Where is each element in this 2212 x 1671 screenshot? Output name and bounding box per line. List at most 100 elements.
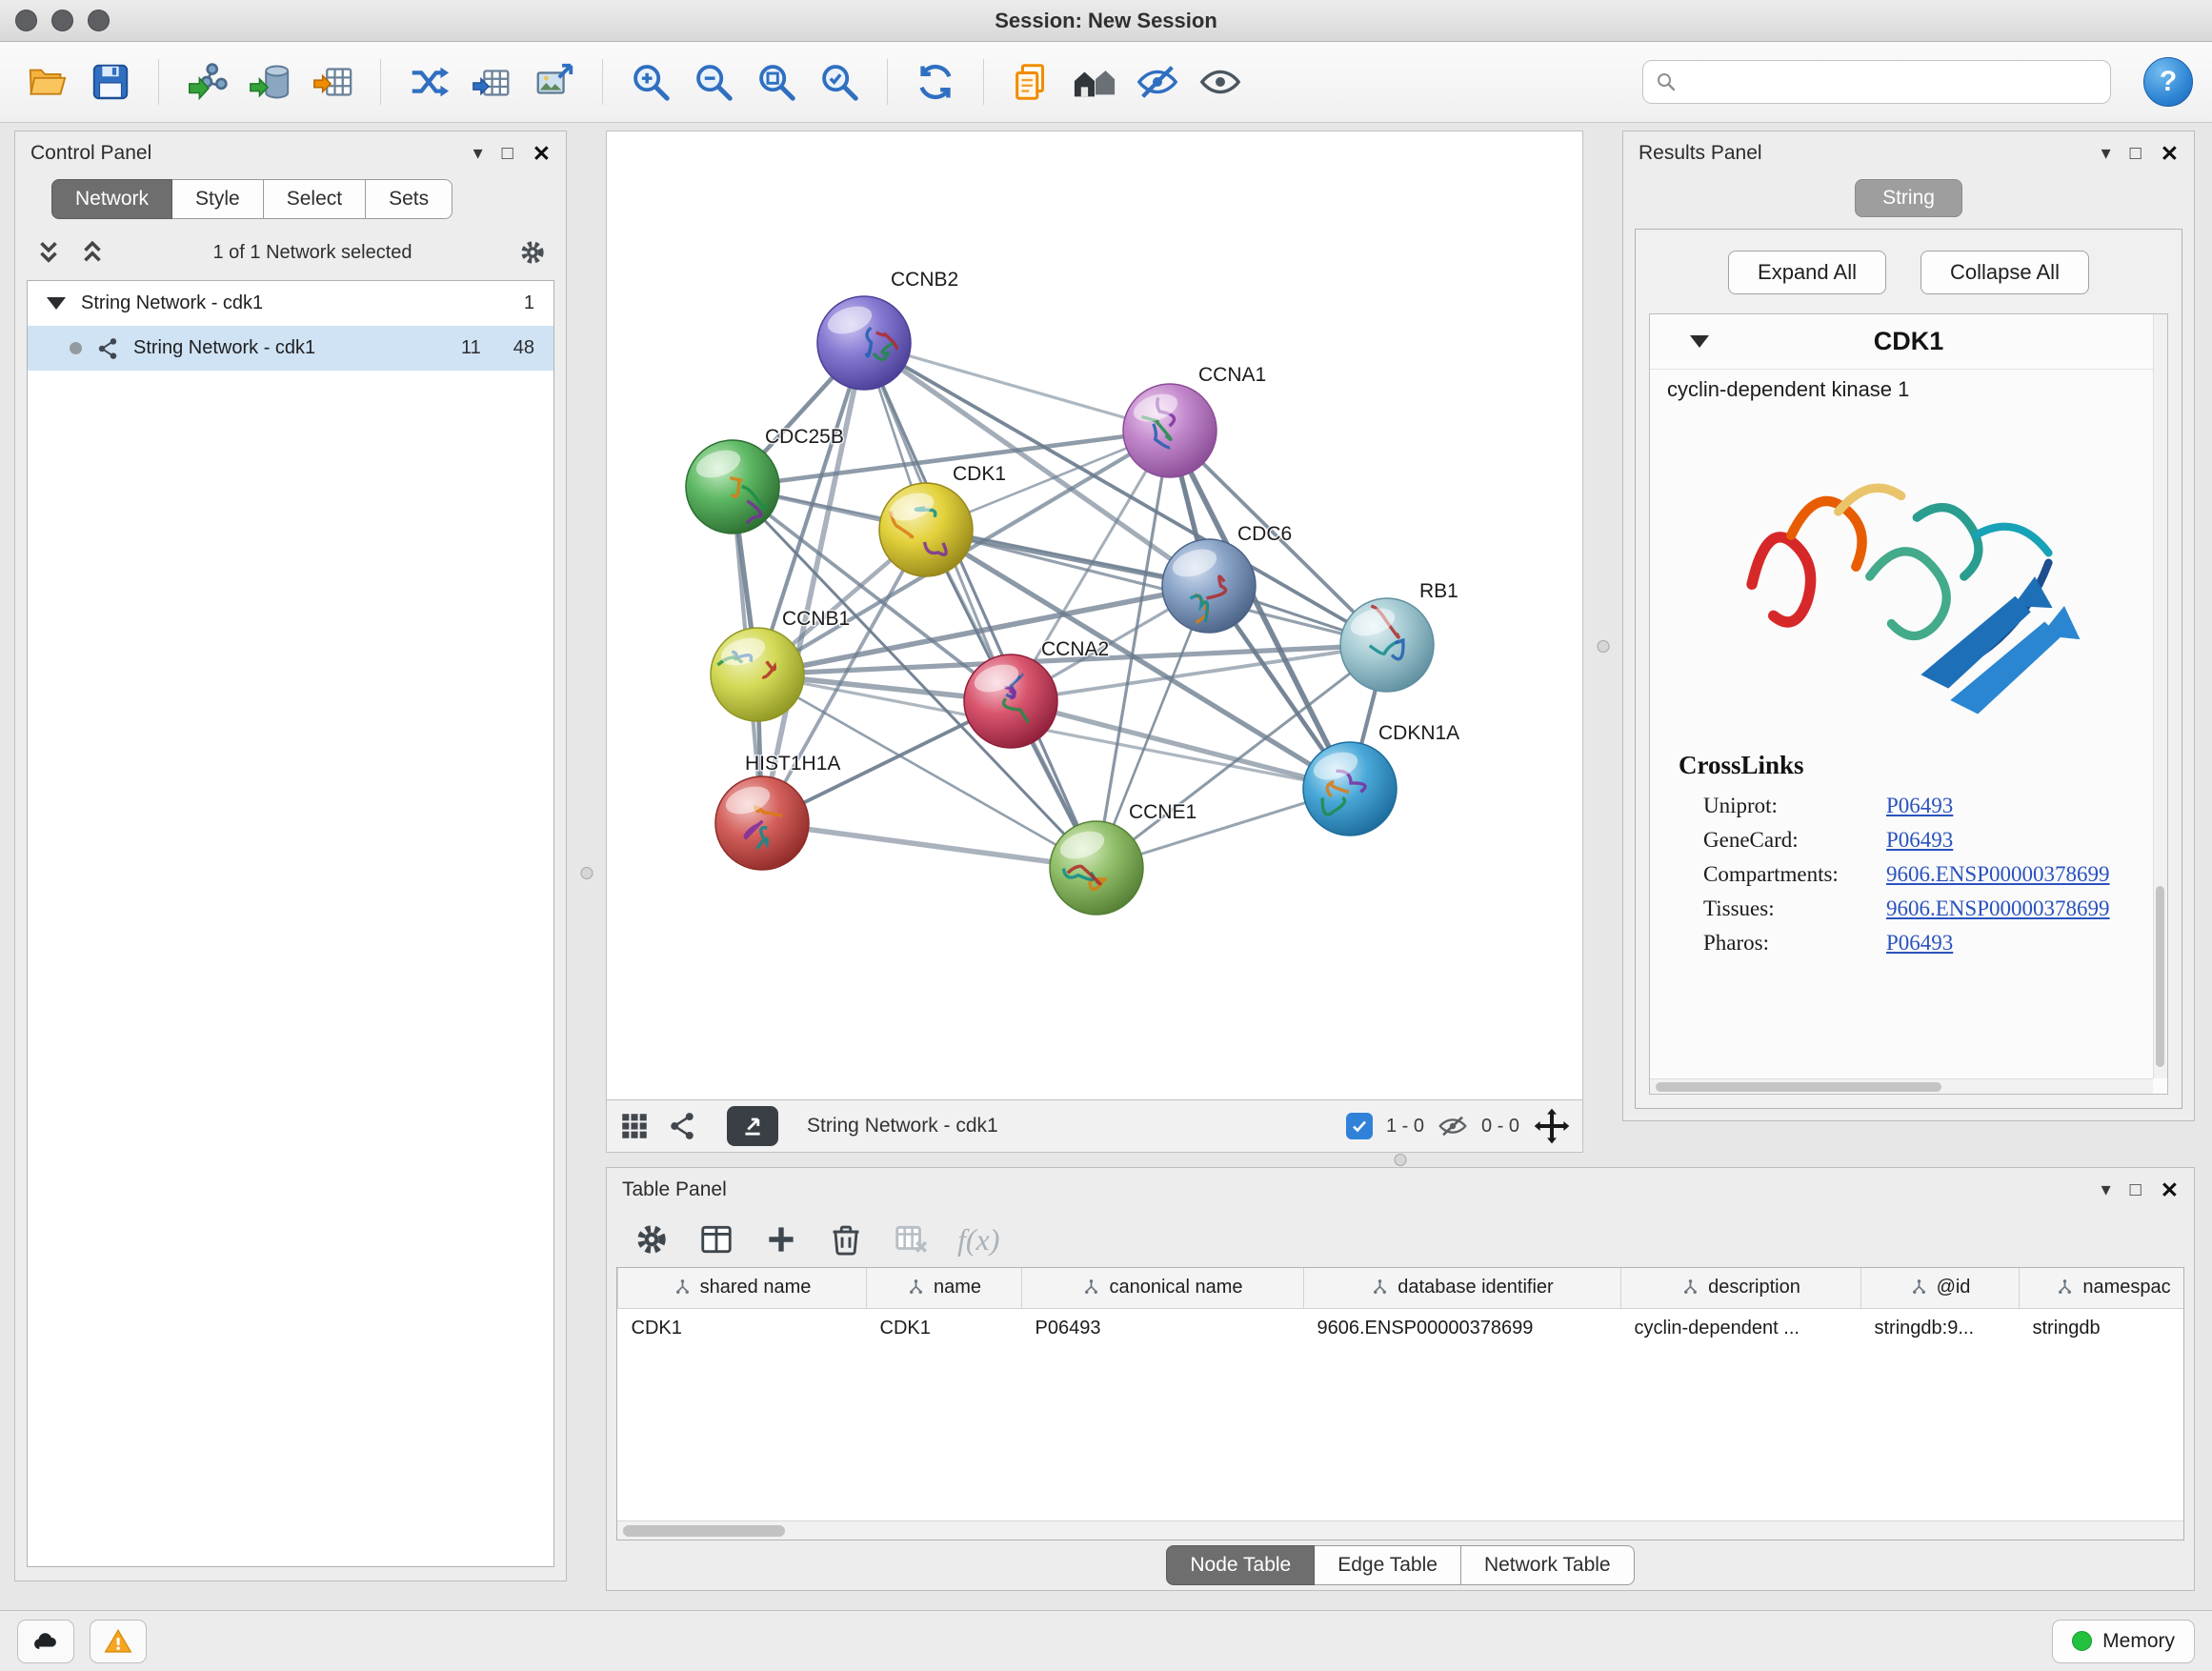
expand-all-icon[interactable]: [78, 238, 107, 267]
column-header[interactable]: @id: [1861, 1268, 2020, 1308]
cell-id[interactable]: stringdb:9...: [1861, 1308, 2020, 1348]
tab-select[interactable]: Select: [264, 179, 366, 219]
crosslink-tissues[interactable]: 9606.ENSP00000378699: [1886, 896, 2110, 921]
network-edge[interactable]: [864, 343, 1096, 868]
add-column-icon[interactable]: [763, 1221, 799, 1258]
column-header[interactable]: database identifier: [1304, 1268, 1621, 1308]
zoom-in-button[interactable]: [622, 53, 679, 111]
expand-triangle-icon[interactable]: [47, 297, 66, 310]
panel-menu-icon[interactable]: ▾: [2101, 144, 2111, 163]
network-edge[interactable]: [864, 343, 1170, 431]
zoom-selected-button[interactable]: [811, 53, 868, 111]
panel-float-icon[interactable]: □: [502, 144, 513, 163]
panel-close-icon[interactable]: ✕: [533, 143, 551, 165]
cell-shared-name[interactable]: CDK1: [618, 1308, 867, 1348]
apply-layout-button[interactable]: [907, 53, 964, 111]
help-button[interactable]: ?: [2143, 57, 2193, 107]
tab-node-table[interactable]: Node Table: [1166, 1545, 1315, 1585]
network-node-ccna1[interactable]: [1123, 384, 1217, 477]
column-header[interactable]: description: [1621, 1268, 1861, 1308]
network-node-ccne1[interactable]: [1050, 821, 1143, 915]
panel-float-icon[interactable]: □: [2130, 1180, 2142, 1199]
network-overview-button[interactable]: [666, 1110, 698, 1142]
splitter-handle[interactable]: [580, 867, 593, 879]
export-image-button[interactable]: [526, 53, 583, 111]
cell-namespace[interactable]: stringdb: [2020, 1308, 2185, 1348]
crosslink-pharos[interactable]: P06493: [1886, 931, 1953, 956]
scrollbar-thumb[interactable]: [1656, 1082, 1941, 1092]
new-network-button[interactable]: [400, 53, 457, 111]
tab-style[interactable]: Style: [172, 179, 264, 219]
gear-icon[interactable]: [518, 238, 547, 267]
selected-nodes-checkbox[interactable]: [1346, 1113, 1373, 1139]
tab-string[interactable]: String: [1855, 179, 1962, 217]
network-canvas[interactable]: CCNB2CCNA1CDC25BCDK1CDC6RB1CCNB1CCNA2CDK…: [606, 131, 1583, 1100]
delete-column-trash-icon[interactable]: [828, 1221, 864, 1258]
splitter-handle[interactable]: [1395, 1154, 1407, 1166]
scrollbar-thumb[interactable]: [2156, 886, 2164, 1067]
horizontal-scrollbar[interactable]: [1650, 1078, 2153, 1094]
zoom-fit-button[interactable]: [748, 53, 805, 111]
memory-button[interactable]: Memory: [2052, 1620, 2195, 1663]
first-neighbors-button[interactable]: [1066, 53, 1123, 111]
table-splitter[interactable]: [606, 1153, 2195, 1167]
tab-edge-table[interactable]: Edge Table: [1315, 1545, 1461, 1585]
fit-content-button[interactable]: [1533, 1107, 1571, 1145]
splitter-handle[interactable]: [1597, 640, 1609, 653]
crosslink-compartments[interactable]: 9606.ENSP00000378699: [1886, 862, 2110, 887]
close-window-button[interactable]: [15, 10, 37, 31]
panel-close-icon[interactable]: ✕: [2161, 1179, 2179, 1201]
crosslink-uniprot[interactable]: P06493: [1886, 794, 1953, 818]
vertical-scrollbar[interactable]: [2153, 314, 2167, 1078]
tab-network[interactable]: Network: [51, 179, 172, 219]
left-splitter[interactable]: [567, 131, 606, 1610]
network-edge[interactable]: [762, 343, 864, 823]
show-all-button[interactable]: [1192, 53, 1249, 111]
right-splitter[interactable]: [1583, 131, 1622, 1153]
open-session-button[interactable]: [19, 53, 76, 111]
cell-name[interactable]: CDK1: [867, 1308, 1022, 1348]
maximize-window-button[interactable]: [88, 10, 110, 31]
network-node-ccnb2[interactable]: [817, 296, 911, 390]
network-node-cdk1[interactable]: [879, 483, 973, 576]
network-row-selected[interactable]: String Network - cdk1 11 48: [28, 326, 553, 371]
import-network-from-database-button[interactable]: [241, 53, 298, 111]
table-settings-gear-icon[interactable]: [633, 1221, 670, 1258]
column-header[interactable]: namespac: [2020, 1268, 2185, 1308]
network-node-ccnb1[interactable]: [711, 628, 804, 721]
network-node-ccna2[interactable]: [964, 654, 1057, 748]
warnings-button[interactable]: [90, 1620, 147, 1663]
search-input[interactable]: [1687, 70, 2099, 93]
network-node-cdc6[interactable]: [1162, 539, 1256, 633]
table-horizontal-scrollbar[interactable]: [617, 1520, 2183, 1540]
cloud-services-button[interactable]: [17, 1620, 74, 1663]
save-session-button[interactable]: [82, 53, 139, 111]
panel-menu-icon[interactable]: ▾: [2101, 1180, 2111, 1199]
cell-canonical-name[interactable]: P06493: [1022, 1308, 1304, 1348]
collapse-all-icon[interactable]: [34, 238, 63, 267]
show-columns-icon[interactable]: [698, 1221, 734, 1258]
new-network-from-table-button[interactable]: [463, 53, 520, 111]
tab-network-table[interactable]: Network Table: [1461, 1545, 1635, 1585]
cell-description[interactable]: cyclin-dependent ...: [1621, 1308, 1861, 1348]
network-node-hist1h1a[interactable]: [715, 776, 809, 870]
expand-all-button[interactable]: Expand All: [1728, 251, 1886, 294]
panel-menu-icon[interactable]: ▾: [473, 144, 483, 163]
network-node-cdc25b[interactable]: [686, 440, 779, 534]
zoom-out-button[interactable]: [685, 53, 742, 111]
network-edge[interactable]: [762, 823, 1096, 868]
scrollbar-thumb[interactable]: [623, 1525, 785, 1537]
detach-view-button[interactable]: [727, 1106, 778, 1146]
column-header[interactable]: shared name: [618, 1268, 867, 1308]
cell-database-identifier[interactable]: 9606.ENSP00000378699: [1304, 1308, 1621, 1348]
hide-selected-button[interactable]: [1129, 53, 1186, 111]
tab-sets[interactable]: Sets: [366, 179, 452, 219]
table-row[interactable]: CDK1 CDK1 P06493 9606.ENSP00000378699 cy…: [618, 1308, 2185, 1348]
crosslink-genecard[interactable]: P06493: [1886, 828, 1953, 853]
network-node-cdkn1a[interactable]: [1303, 742, 1397, 836]
birdseye-grid-button[interactable]: [618, 1110, 651, 1142]
network-node-rb1[interactable]: [1340, 598, 1434, 692]
collapse-all-button[interactable]: Collapse All: [1920, 251, 2089, 294]
column-header[interactable]: canonical name: [1022, 1268, 1304, 1308]
column-header[interactable]: name: [867, 1268, 1022, 1308]
